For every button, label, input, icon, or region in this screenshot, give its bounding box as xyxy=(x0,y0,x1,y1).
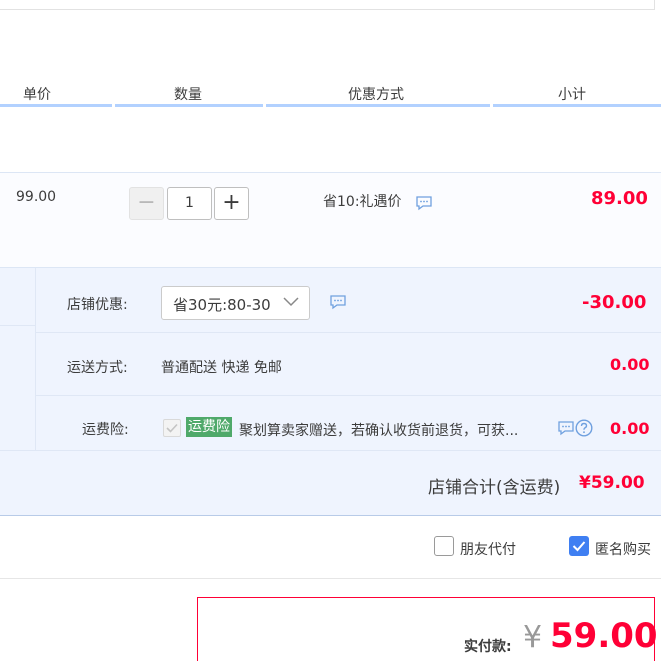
divider xyxy=(35,268,36,450)
insurance-amount: 0.00 xyxy=(610,419,650,438)
help-icon[interactable] xyxy=(575,419,593,437)
divider xyxy=(36,332,661,333)
shop-total-label: 店铺合计(含运费) xyxy=(428,478,561,498)
shipping-method: 普通配送 快递 免邮 xyxy=(161,360,282,376)
divider xyxy=(0,325,36,326)
shipping-label: 运送方式: xyxy=(67,360,128,376)
col-header-underline xyxy=(115,104,263,107)
shop-coupon-label: 店铺优惠: xyxy=(67,297,128,313)
check-icon xyxy=(572,541,586,552)
insurance-description: 聚划算卖家赠送，若确认收货前退货，可获... xyxy=(239,423,519,439)
shop-coupon-amount: -30.00 xyxy=(582,292,647,313)
item-row xyxy=(0,172,661,268)
anonymous-purchase-label[interactable]: 匿名购买 xyxy=(595,539,661,559)
quantity-increase-button[interactable]: + xyxy=(214,187,249,220)
col-header-underline xyxy=(493,104,661,107)
discount-text: 省10:礼遇价 xyxy=(323,194,402,210)
shop-coupon-select[interactable]: 省30元:80-30 xyxy=(161,286,310,320)
friend-pay-label[interactable]: 朋友代付 xyxy=(460,539,516,559)
col-header-unit-price: 单价 xyxy=(23,87,51,103)
divider xyxy=(36,395,661,396)
quantity-decrease-button[interactable]: − xyxy=(129,187,164,220)
col-header-underline xyxy=(266,104,490,107)
insurance-label: 运费险: xyxy=(82,422,129,438)
insurance-tag: 运费险 xyxy=(186,417,232,437)
insurance-checkbox xyxy=(163,419,181,437)
quantity-input[interactable]: 1 xyxy=(167,187,212,220)
payment-currency: ¥ xyxy=(523,620,543,655)
col-header-quantity: 数量 xyxy=(174,87,202,103)
anonymous-purchase-checkbox[interactable] xyxy=(569,536,589,556)
item-subtotal: 89.00 xyxy=(591,188,648,209)
col-header-discount: 优惠方式 xyxy=(348,87,404,103)
divider xyxy=(0,450,661,451)
payment-label: 实付款: xyxy=(464,639,512,655)
friend-pay-checkbox[interactable] xyxy=(434,536,454,556)
top-strip xyxy=(0,0,655,10)
check-icon xyxy=(166,423,178,433)
unit-price: 99.00 xyxy=(16,189,57,205)
divider xyxy=(0,578,661,579)
shop-coupon-value: 省30元:80-30 xyxy=(173,296,271,314)
comment-icon[interactable] xyxy=(329,294,347,310)
col-header-subtotal: 小计 xyxy=(558,87,586,103)
chevron-down-icon xyxy=(283,297,299,307)
col-header-underline xyxy=(0,104,112,107)
shop-total-value: ¥59.00 xyxy=(579,473,645,493)
payment-amount: 59.00 xyxy=(550,616,658,656)
comment-icon[interactable] xyxy=(557,420,575,436)
shipping-amount: 0.00 xyxy=(610,355,650,374)
comment-icon[interactable] xyxy=(415,195,433,211)
